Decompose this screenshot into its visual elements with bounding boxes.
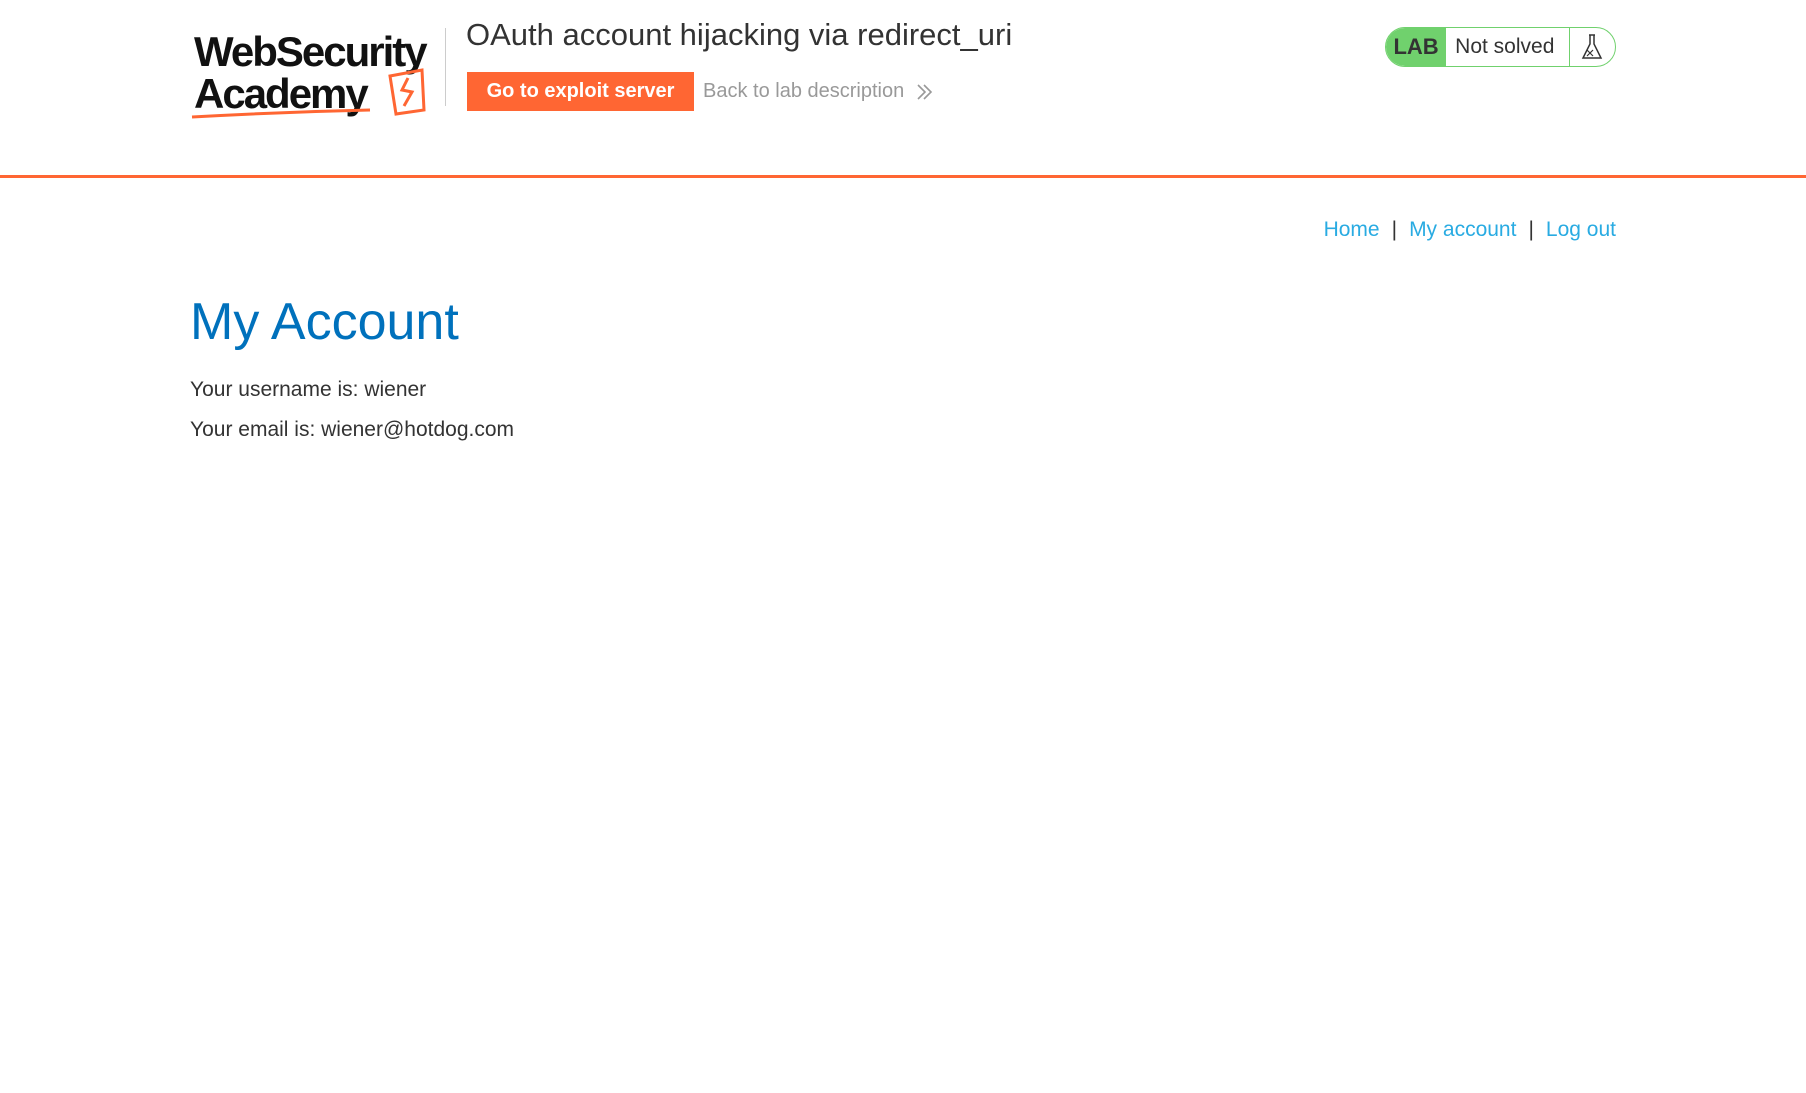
email-info: Your email is: wiener@hotdog.com: [190, 418, 515, 441]
nav-home-link[interactable]: Home: [1324, 218, 1380, 241]
account-nav: Home | My account | Log out: [1324, 218, 1616, 242]
logo-line-1: WebSecurity: [194, 28, 428, 75]
page-title: My Account: [190, 293, 459, 351]
nav-separator: |: [1391, 218, 1398, 241]
logo-divider: [445, 28, 446, 106]
username-info: Your username is: wiener: [190, 378, 427, 401]
flask-icon: [1582, 34, 1603, 59]
double-chevron-right-icon: [917, 83, 933, 100]
nav-log-out-link[interactable]: Log out: [1546, 218, 1616, 241]
exploit-server-button[interactable]: Go to exploit server: [467, 72, 694, 111]
flask-button[interactable]: [1568, 28, 1615, 66]
lab-header: WebSecurity Academy OAuth account hijack…: [0, 0, 1806, 178]
web-security-academy-logo[interactable]: WebSecurity Academy: [190, 26, 446, 120]
nav-my-account-link[interactable]: My account: [1409, 218, 1516, 241]
back-link-label: Back to lab description: [703, 80, 905, 102]
back-to-lab-description-link[interactable]: Back to lab description: [703, 80, 934, 103]
lab-title: OAuth account hijacking via redirect_uri: [466, 17, 1013, 52]
lab-status-text: Not solved: [1455, 35, 1555, 58]
lab-status-widget: LAB Not solved: [1385, 27, 1616, 67]
nav-separator: |: [1528, 218, 1534, 241]
lab-tag: LAB: [1386, 28, 1447, 66]
